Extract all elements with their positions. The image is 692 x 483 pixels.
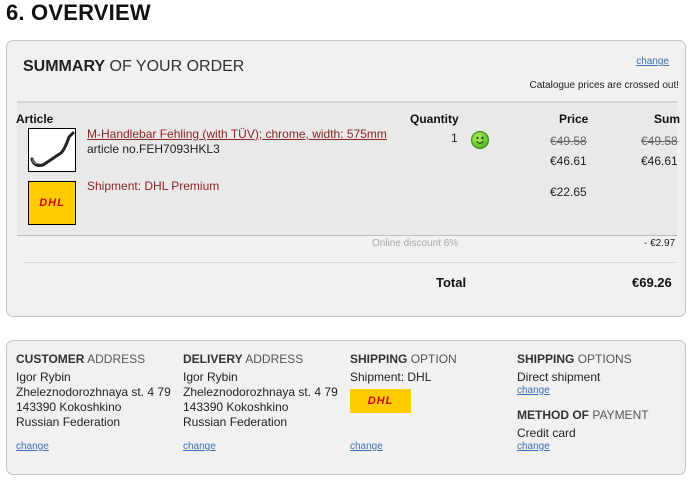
shipping-options-heading-bold: SHIPPING <box>517 352 575 366</box>
dhl-logo: DHL <box>350 389 411 413</box>
customer-change-link[interactable]: change <box>16 441 49 452</box>
shipping-option-heading: SHIPPING OPTION <box>350 352 457 366</box>
customer-name: Igor Rybin <box>16 370 71 384</box>
shipping-options-value: Direct shipment <box>517 370 601 384</box>
customer-city: 143390 Kokoshkino <box>16 400 122 414</box>
delivery-street: Zheleznodorozhnaya st. 4 79 <box>183 385 338 399</box>
divider <box>17 235 677 236</box>
product-sum: €46.61 <box>641 154 678 168</box>
product-price: €46.61 <box>550 154 587 168</box>
address-panel: CUSTOMER ADDRESS Igor Rybin Zheleznodoro… <box>6 340 686 475</box>
payment-heading-rest: PAYMENT <box>589 408 649 422</box>
customer-address-heading: CUSTOMER ADDRESS <box>16 352 145 366</box>
smiley-face <box>476 136 484 144</box>
customer-street: Zheleznodorozhnaya st. 4 79 <box>16 385 171 399</box>
total-label: Total <box>436 275 467 290</box>
column-quantity: Quantity <box>410 112 459 126</box>
handlebar-icon <box>30 131 75 167</box>
delivery-address-block: Igor Rybin Zheleznodorozhnaya st. 4 79 1… <box>183 370 338 430</box>
dhl-logo-text: DHL <box>367 395 394 407</box>
product-old-price: €49.58 <box>550 134 587 148</box>
product-article-no: article no.FEH7093HKL3 <box>87 142 220 156</box>
product-name-link[interactable]: M-Handlebar Fehling (with TÜV); chrome, … <box>87 127 387 141</box>
delivery-change-link[interactable]: change <box>183 441 216 452</box>
order-summary-panel: SUMMARY OF YOUR ORDER change Catalogue p… <box>6 40 686 317</box>
total-value: €69.26 <box>632 275 672 290</box>
product-quantity: 1 <box>451 131 458 145</box>
shipping-option-heading-rest: OPTION <box>407 352 457 366</box>
summary-heading-bold: SUMMARY <box>23 58 106 75</box>
discount-label: Online discount 6% <box>372 238 459 249</box>
column-sum: Sum <box>654 112 681 126</box>
column-article: Article <box>16 112 54 126</box>
catalogue-note: Catalogue prices are crossed out! <box>529 80 679 91</box>
customer-heading-rest: ADDRESS <box>84 352 146 366</box>
summary-heading: SUMMARY OF YOUR ORDER <box>23 58 244 76</box>
product-old-sum: €49.58 <box>641 134 678 148</box>
shipment-price: €22.65 <box>550 185 587 199</box>
shipping-options-heading-rest: OPTIONS <box>574 352 632 366</box>
delivery-address-heading: DELIVERY ADDRESS <box>183 352 303 366</box>
delivery-heading-bold: DELIVERY <box>183 352 243 366</box>
payment-heading-bold: METHOD OF <box>517 408 589 422</box>
payment-method-value: Credit card <box>517 426 576 440</box>
customer-address-block: Igor Rybin Zheleznodorozhnaya st. 4 79 1… <box>16 370 171 430</box>
customer-country: Russian Federation <box>16 415 121 429</box>
delivery-heading-rest: ADDRESS <box>242 352 304 366</box>
dhl-logo: DHL <box>28 181 76 225</box>
shipping-option-change-link[interactable]: change <box>350 441 383 452</box>
summary-heading-rest: OF YOUR ORDER <box>105 58 245 75</box>
customer-heading-bold: CUSTOMER <box>16 352 85 366</box>
shipment-label: Shipment: DHL Premium <box>87 179 220 193</box>
shipping-options-heading: SHIPPING OPTIONS <box>517 352 632 366</box>
payment-method-heading: METHOD OF PAYMENT <box>517 408 649 422</box>
dhl-logo-text: DHL <box>39 197 65 209</box>
payment-change-link[interactable]: change <box>517 441 550 452</box>
smiley-icon <box>471 131 489 149</box>
delivery-name: Igor Rybin <box>183 370 238 384</box>
divider <box>23 262 677 263</box>
delivery-city: 143390 Kokoshkino <box>183 400 289 414</box>
shipping-options-change-link[interactable]: change <box>517 385 550 396</box>
shipping-option-heading-bold: SHIPPING <box>350 352 408 366</box>
summary-change-link[interactable]: change <box>636 56 669 67</box>
delivery-country: Russian Federation <box>183 415 288 429</box>
column-price: Price <box>559 112 589 126</box>
page-title: 6. OVERVIEW <box>6 0 151 25</box>
product-thumbnail[interactable] <box>28 128 76 172</box>
shipping-option-value: Shipment: DHL <box>350 370 432 384</box>
discount-value: - €2.97 <box>644 238 676 249</box>
